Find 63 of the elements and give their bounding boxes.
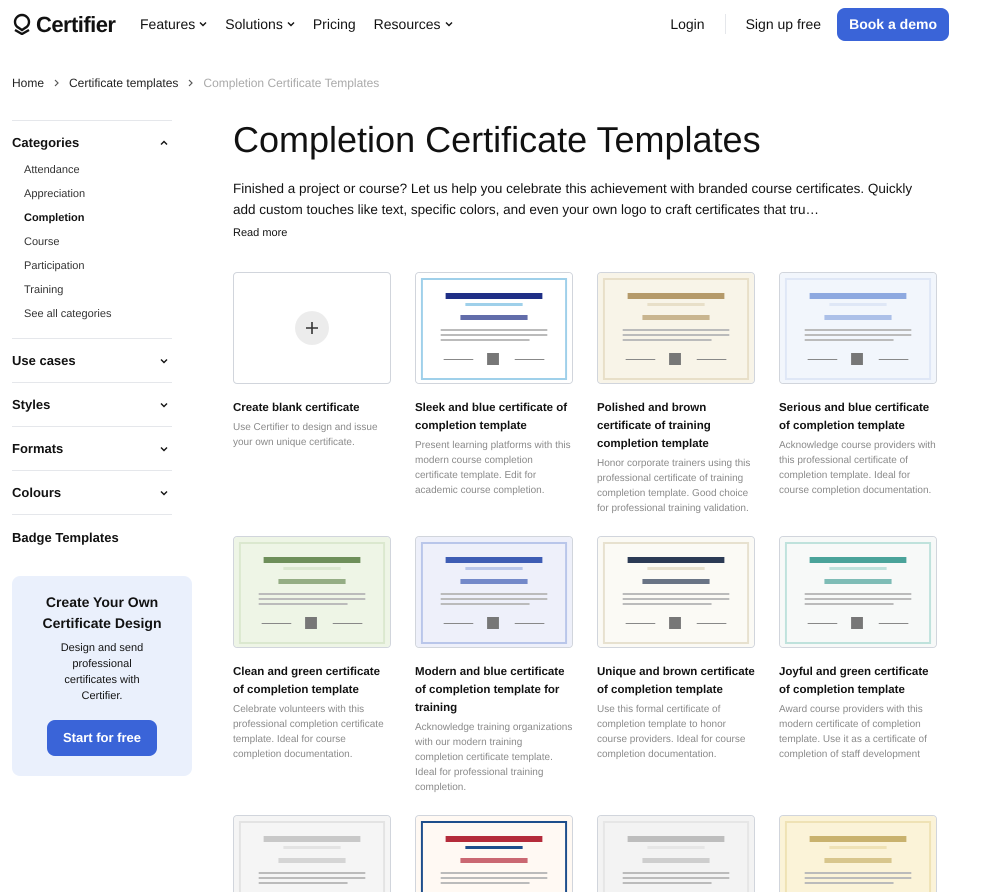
- template-title[interactable]: Joyful and green certificate of completion template: [779, 662, 937, 698]
- template-description: Celebrate volunteers with this professional completion certificate template. Ideal for course completion documentation.: [233, 702, 385, 762]
- category-link[interactable]: See all categories: [24, 302, 172, 326]
- intro-text: Finished a project or course? Let us help you celebrate this achievement with branded course certificates. Quickly add custom touches like text, specific colors, and even your own logo to craft certificates that tru…: [233, 180, 914, 219]
- promo-text: Design and send professional certificates with Certifier.: [60, 640, 144, 704]
- chevron-icon: [160, 446, 168, 452]
- template-title[interactable]: Modern and blue certificate of completion template for training: [415, 662, 573, 716]
- template-description: Use Certifier to design and issue your own unique certificate.: [233, 420, 379, 450]
- template-title[interactable]: Serious and blue certificate of completion template: [779, 398, 937, 434]
- blank-certificate-tile[interactable]: [233, 272, 391, 384]
- template-description: Honor corporate trainers using this professional certificate of training completion template. Good choice for professional training validation.: [597, 456, 752, 516]
- sidebar-section-toggle[interactable]: Use cases: [12, 339, 172, 382]
- breadcrumb-link[interactable]: Certificate templates: [69, 74, 178, 92]
- plus-icon: [295, 310, 329, 344]
- category-link[interactable]: Participation: [24, 254, 172, 278]
- category-link[interactable]: Course: [24, 230, 172, 254]
- breadcrumb-link[interactable]: Home: [12, 74, 44, 92]
- nav-link[interactable]: Pricing: [312, 14, 356, 34]
- template-description: Acknowledge training organizations with our modern training completion certificate template. Ideal for professional training completion.: [415, 720, 573, 794]
- sidebar-section-toggle[interactable]: Colours: [12, 471, 172, 514]
- template-description: Award course providers with this modern certificate of completion template. Use it as a certificate of completion of staff development: [779, 702, 928, 762]
- chevron-icon: [160, 490, 168, 496]
- certificate-thumbnail[interactable]: [780, 536, 936, 646]
- chevron-icon: [199, 21, 208, 27]
- chevron-icon: [160, 358, 168, 364]
- template-description: Use this formal certificate of completion template to honor course providers. Ideal for course completion documentation.: [597, 702, 746, 762]
- promo-title: Create Your Own Certificate Design: [41, 592, 163, 633]
- certificate-thumbnail[interactable]: [598, 272, 754, 382]
- category-link[interactable]: Completion: [24, 206, 172, 230]
- category-link[interactable]: Appreciation: [24, 182, 172, 206]
- nav-link[interactable]: Resources: [374, 14, 453, 34]
- nav-link[interactable]: Solutions: [225, 14, 295, 34]
- chevron-right-icon: [188, 79, 194, 87]
- start-free-button[interactable]: Start for free: [46, 720, 158, 756]
- certificate-thumbnail[interactable]: [234, 536, 390, 646]
- book-demo-button[interactable]: Book a demo: [837, 8, 949, 40]
- sidebar-section-toggle[interactable]: Formats: [12, 427, 172, 470]
- template-title[interactable]: Polished and brown certificate of training completion template: [597, 398, 755, 452]
- certificate-thumbnail[interactable]: [416, 536, 572, 646]
- certificate-thumbnail[interactable]: [416, 272, 572, 382]
- chevron-right-icon: [54, 79, 60, 87]
- template-description: Acknowledge course providers with this professional certificate of completion template. Ideal for course completion documentation.: [779, 438, 937, 498]
- certificate-thumbnail[interactable]: [598, 536, 754, 646]
- chevron-icon: [160, 402, 168, 408]
- template-description: Present learning platforms with this modern course completion certificate template. Edit for academic course completion.: [415, 438, 572, 498]
- logo[interactable]: Certifier: [36, 8, 116, 40]
- certificate-thumbnail[interactable]: [780, 272, 936, 382]
- login-link[interactable]: Login: [670, 14, 705, 34]
- template-title[interactable]: Sleek and blue certificate of completion template: [415, 398, 573, 434]
- template-title[interactable]: Unique and brown certificate of completion template: [597, 662, 755, 698]
- sign-up-link[interactable]: Sign up free: [746, 14, 822, 34]
- category-link[interactable]: Training: [24, 278, 172, 302]
- chevron-icon: [444, 21, 453, 27]
- badge-templates-link[interactable]: Badge Templates: [12, 515, 172, 548]
- read-more-link[interactable]: Read more: [233, 225, 937, 242]
- template-title[interactable]: Create blank certificate: [233, 398, 391, 416]
- logo-icon: [12, 13, 32, 35]
- sidebar-section-toggle[interactable]: Styles: [12, 383, 172, 426]
- template-title[interactable]: Clean and green certificate of completion template: [233, 662, 391, 698]
- page-title: Completion Certificate Templates: [233, 118, 762, 162]
- chevron-icon: [286, 21, 295, 27]
- chevron-icon: [160, 140, 168, 146]
- nav-link[interactable]: Features: [140, 14, 208, 34]
